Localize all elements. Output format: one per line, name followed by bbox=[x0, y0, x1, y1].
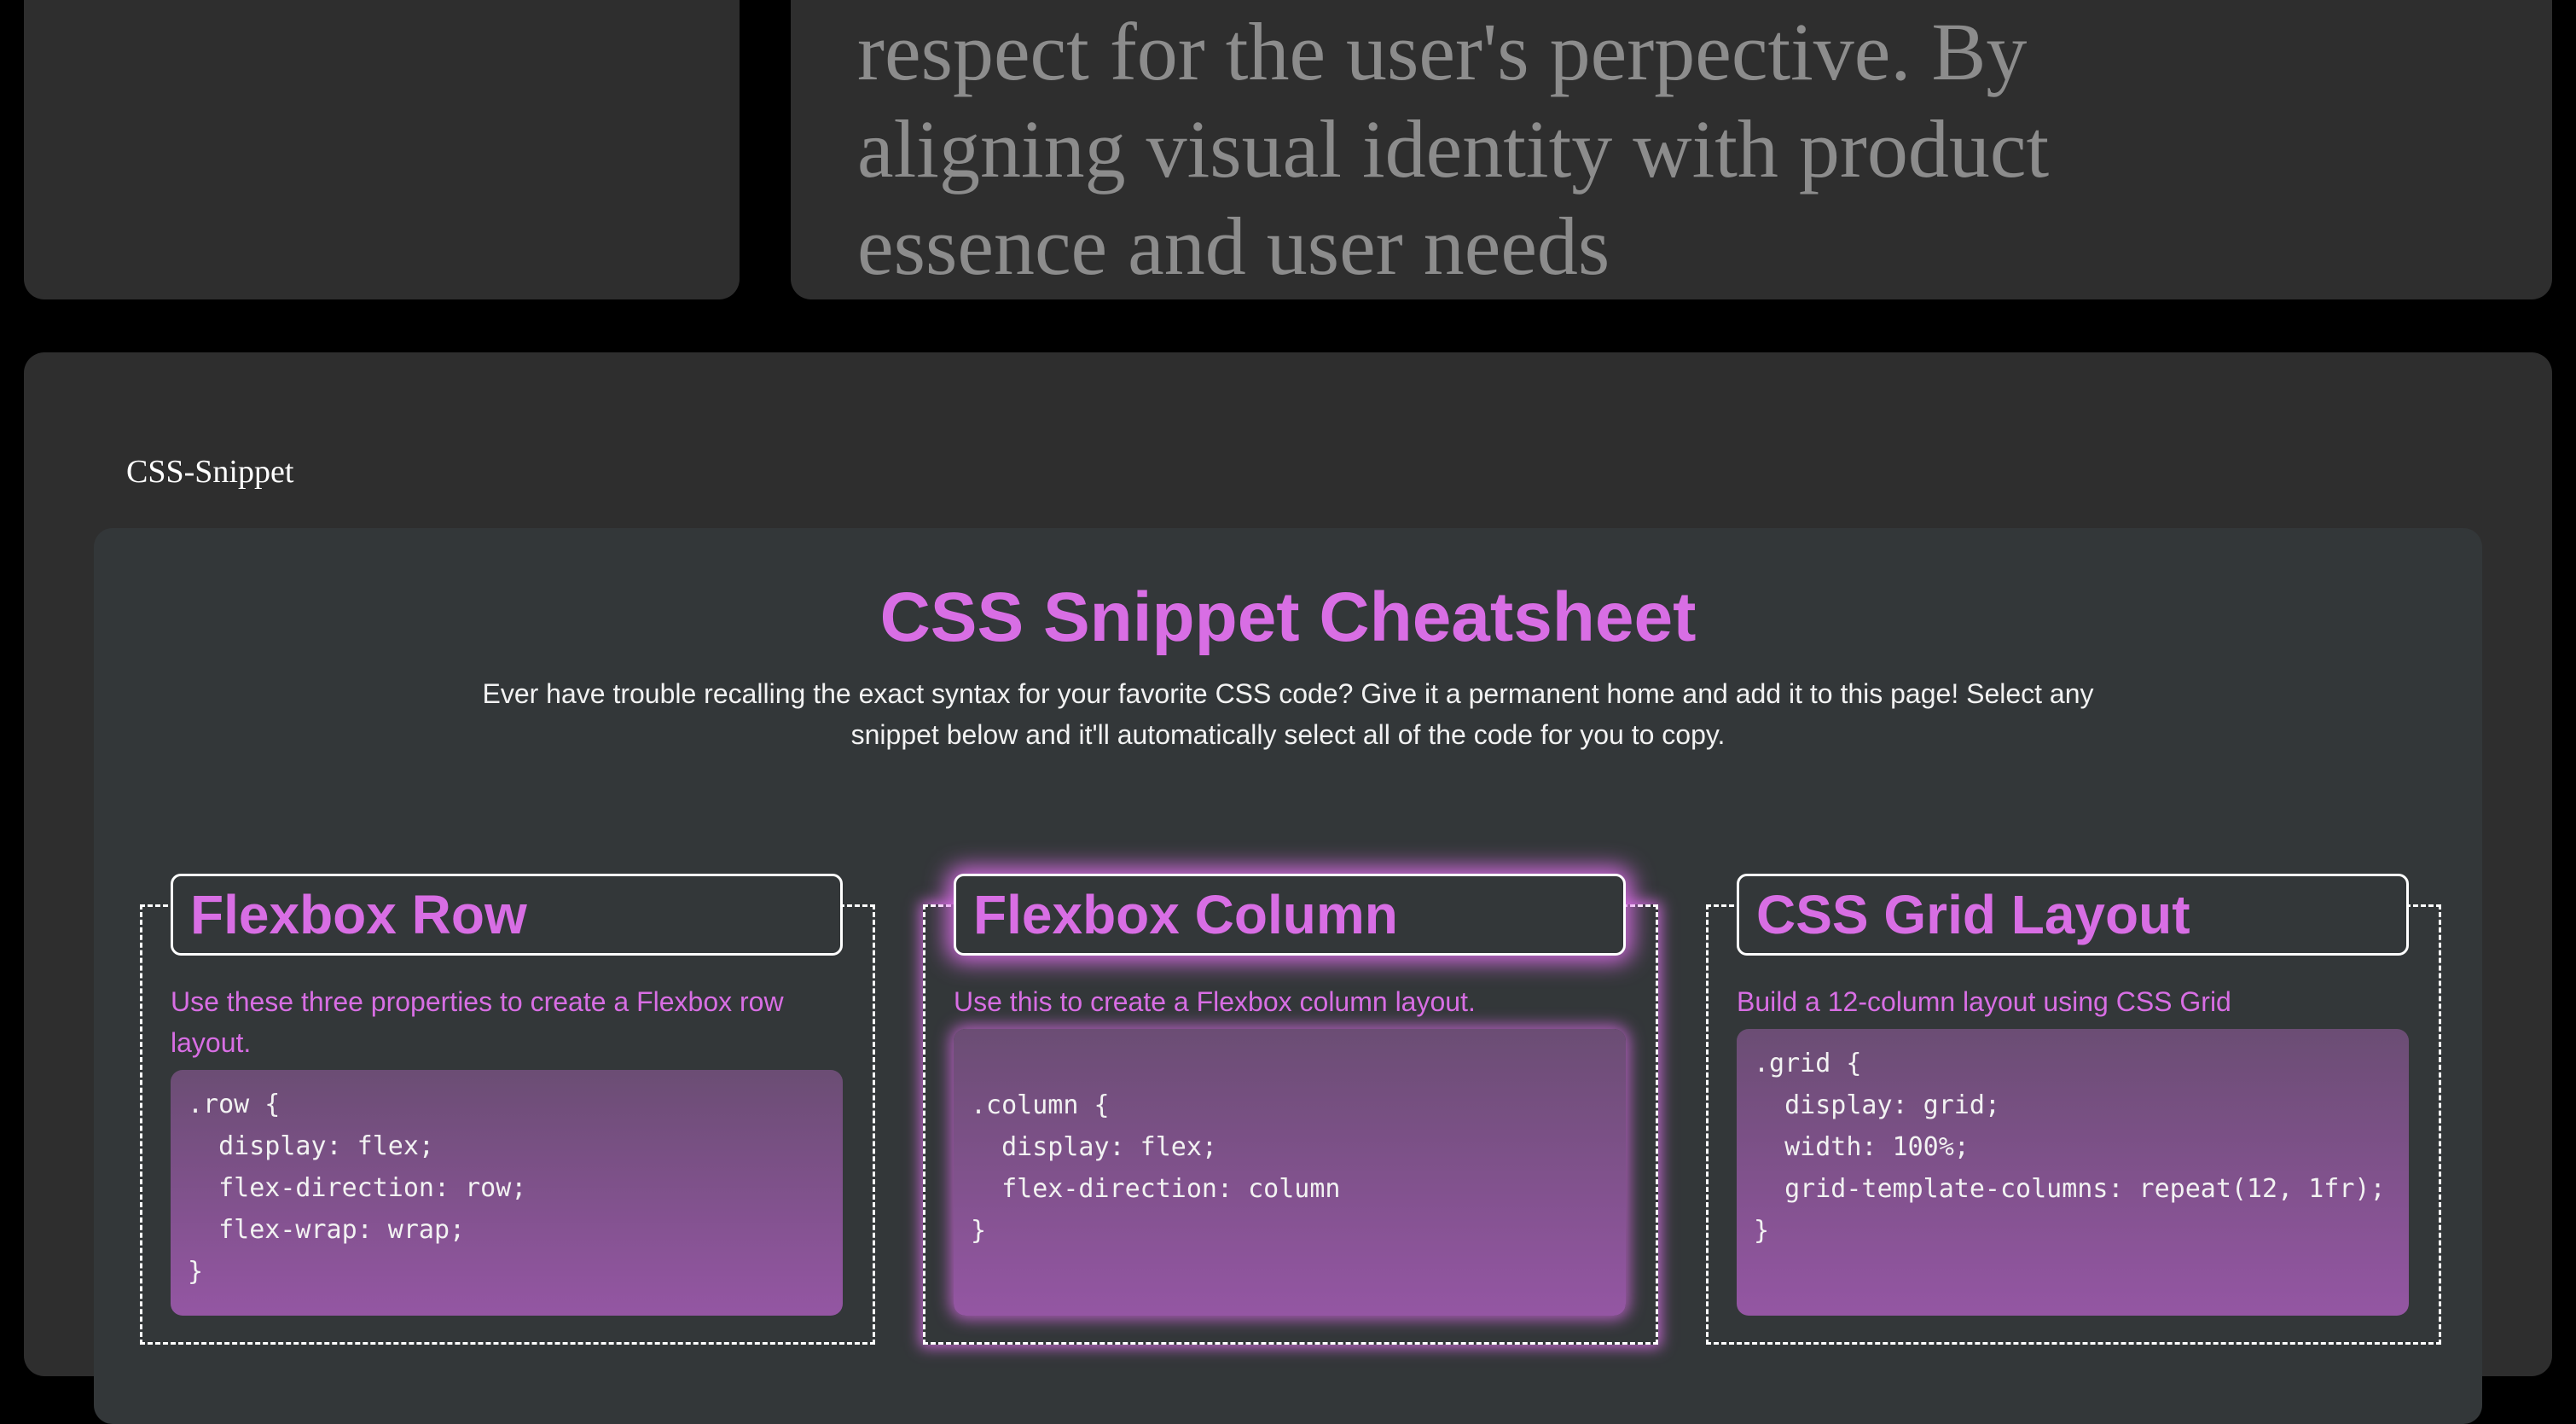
cheatsheet-intro: Ever have trouble recalling the exact sy… bbox=[482, 678, 2094, 750]
code-snippet[interactable]: .grid { display: grid; width: 100%; grid… bbox=[1737, 1029, 2409, 1316]
card-title: CSS Grid Layout bbox=[1737, 874, 2409, 956]
snippet-card-flexbox-row[interactable]: Flexbox Row Use these three properties t… bbox=[140, 874, 875, 1345]
card-description: Build a 12-column layout using CSS Grid bbox=[1737, 986, 2231, 1017]
cheatsheet-container: CSS Snippet Cheatsheet Ever have trouble… bbox=[94, 528, 2482, 1424]
card-title: Flexbox Column bbox=[954, 874, 1626, 956]
code-snippet[interactable]: .row { display: flex; flex-direction: ro… bbox=[171, 1070, 843, 1316]
card-title: Flexbox Row bbox=[171, 874, 843, 956]
card-description: Use this to create a Flexbox column layo… bbox=[954, 986, 1476, 1017]
section-label: CSS-Snippet bbox=[126, 454, 294, 490]
card-description: Use these three properties to create a F… bbox=[171, 986, 784, 1058]
snippet-card-flexbox-column[interactable]: Flexbox Column Use this to create a Flex… bbox=[923, 874, 1658, 1345]
top-left-panel bbox=[24, 0, 740, 299]
quote-text: respect for the user's perpective. By al… bbox=[857, 6, 2050, 292]
css-snippet-section: CSS-Snippet CSS Snippet Cheatsheet Ever … bbox=[24, 352, 2552, 1424]
code-snippet[interactable]: .column { display: flex; flex-direction:… bbox=[954, 1029, 1626, 1316]
quote-panel: respect for the user's perpective. By al… bbox=[791, 0, 2552, 299]
cheatsheet-title: CSS Snippet Cheatsheet bbox=[879, 578, 1697, 656]
snippet-card-css-grid[interactable]: CSS Grid Layout Build a 12-column layout… bbox=[1706, 874, 2441, 1345]
